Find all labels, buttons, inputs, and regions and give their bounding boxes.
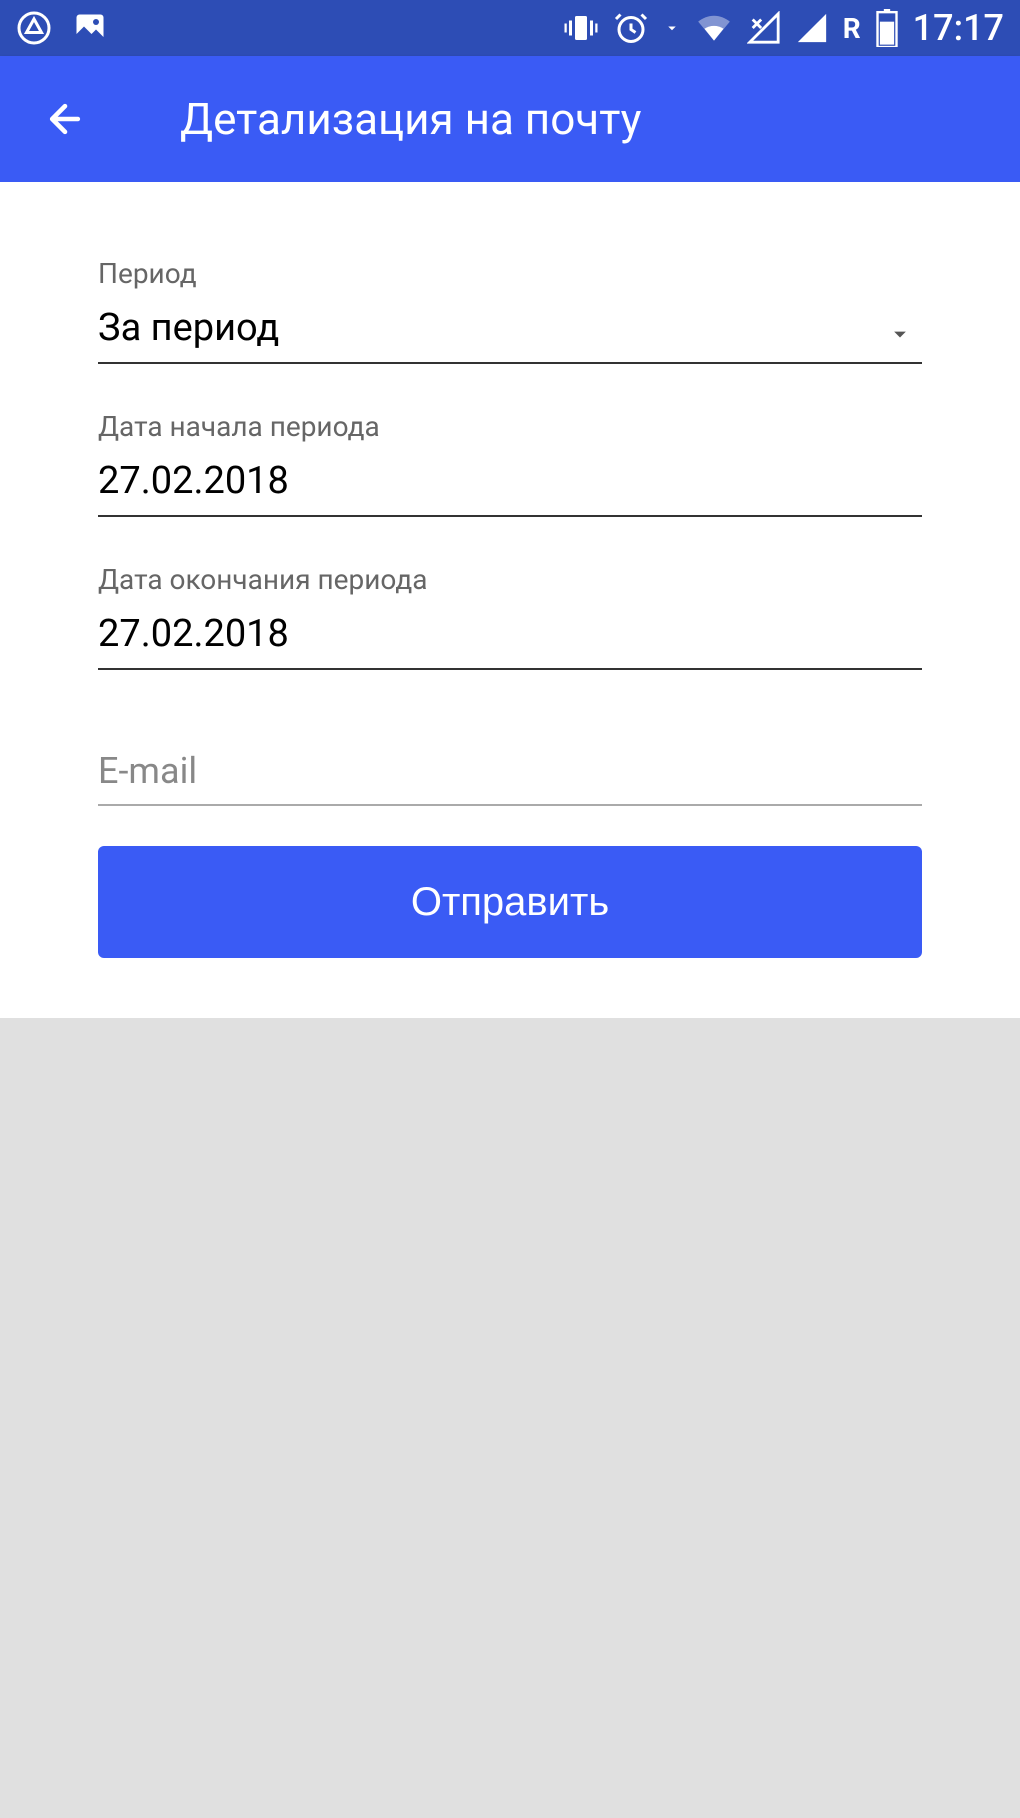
start-date-input[interactable]: 27.02.2018 [98,459,922,517]
period-group: Период За период [98,257,922,364]
submit-button[interactable]: Отправить [98,846,922,958]
wifi-icon [695,9,733,47]
start-date-label: Дата начала периода [98,410,922,443]
gallery-icon [72,10,108,46]
start-date-value: 27.02.2018 [98,459,289,503]
arrow-left-icon [43,97,87,141]
back-button[interactable] [40,94,90,144]
dropdown-icon [663,19,681,37]
page-title: Детализация на почту [180,93,641,145]
period-select[interactable]: За период [98,306,922,364]
email-input[interactable]: E-mail [98,750,922,806]
end-date-label: Дата окончания периода [98,563,922,596]
signal-1-icon [747,11,781,45]
status-time: 17:17 [913,7,1004,49]
status-bar: R 17:17 [0,0,1020,56]
email-group: E-mail [98,750,922,806]
roaming-indicator: R [843,12,861,45]
alarm-icon [613,10,649,46]
end-date-value: 27.02.2018 [98,612,289,656]
empty-space [0,1018,1020,1818]
start-date-group: Дата начала периода 27.02.2018 [98,410,922,517]
end-date-input[interactable]: 27.02.2018 [98,612,922,670]
status-right: R 17:17 [563,7,1004,49]
end-date-group: Дата окончания периода 27.02.2018 [98,563,922,670]
period-label: Период [98,257,922,290]
app-icon-circle [16,10,52,46]
submit-label: Отправить [411,880,609,925]
vibrate-icon [563,10,599,46]
app-header: Детализация на почту [0,56,1020,182]
email-placeholder: E-mail [98,750,197,792]
period-value: За период [98,306,279,350]
signal-2-icon [795,11,829,45]
chevron-down-icon [886,320,914,352]
status-left [16,10,108,46]
form-content: Период За период Дата начала периода 27.… [0,182,1020,1018]
battery-icon [875,9,899,47]
